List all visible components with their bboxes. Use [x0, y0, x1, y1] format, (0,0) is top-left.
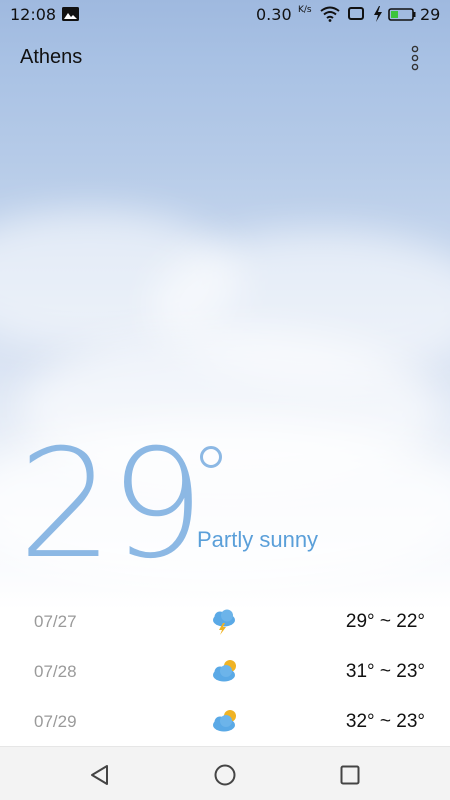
- degree-symbol: [200, 446, 222, 468]
- network-speed-unit: K/s: [298, 5, 312, 15]
- forecast-row[interactable]: 07/27 29° ~ 22°: [0, 598, 450, 648]
- forecast-row[interactable]: 07/29 32° ~ 23°: [0, 698, 450, 748]
- partly-sunny-icon: [213, 710, 236, 732]
- battery-level: 29: [420, 5, 441, 24]
- charging-icon: [374, 6, 382, 22]
- weather-condition: Partly sunny: [197, 527, 319, 552]
- forecast-temp-range: 32° ~ 23°: [345, 711, 425, 732]
- home-icon[interactable]: [213, 763, 237, 787]
- back-icon[interactable]: [88, 763, 112, 787]
- status-time: 12:08: [10, 5, 57, 24]
- forecast-temp-range: 29° ~ 22°: [345, 611, 425, 632]
- forecast-date: 07/27: [34, 612, 77, 631]
- screen-cast-icon: [348, 7, 364, 20]
- status-bar: 12:08 0.30 K/s 29: [0, 0, 450, 30]
- forecast-date: 07/29: [34, 712, 77, 731]
- navigation-bar: [0, 746, 450, 800]
- wifi-icon: [320, 6, 340, 22]
- thunderstorm-icon: [213, 609, 235, 635]
- partly-sunny-icon: [213, 660, 236, 682]
- forecast-row[interactable]: 07/28 31° ~ 23°: [0, 648, 450, 698]
- more-vertical-icon[interactable]: [402, 42, 428, 74]
- battery-icon: [388, 8, 416, 21]
- image-notification-icon: [62, 7, 79, 21]
- weather-screen: 12:08 0.30 K/s 29 Athens 29 Partly sunny…: [0, 0, 450, 800]
- recents-icon[interactable]: [338, 763, 362, 787]
- forecast-date: 07/28: [34, 662, 77, 681]
- city-title[interactable]: Athens: [20, 46, 82, 69]
- current-temperature: 29: [18, 418, 205, 592]
- network-speed: 0.30: [256, 5, 292, 24]
- forecast-temp-range: 31° ~ 23°: [345, 661, 425, 682]
